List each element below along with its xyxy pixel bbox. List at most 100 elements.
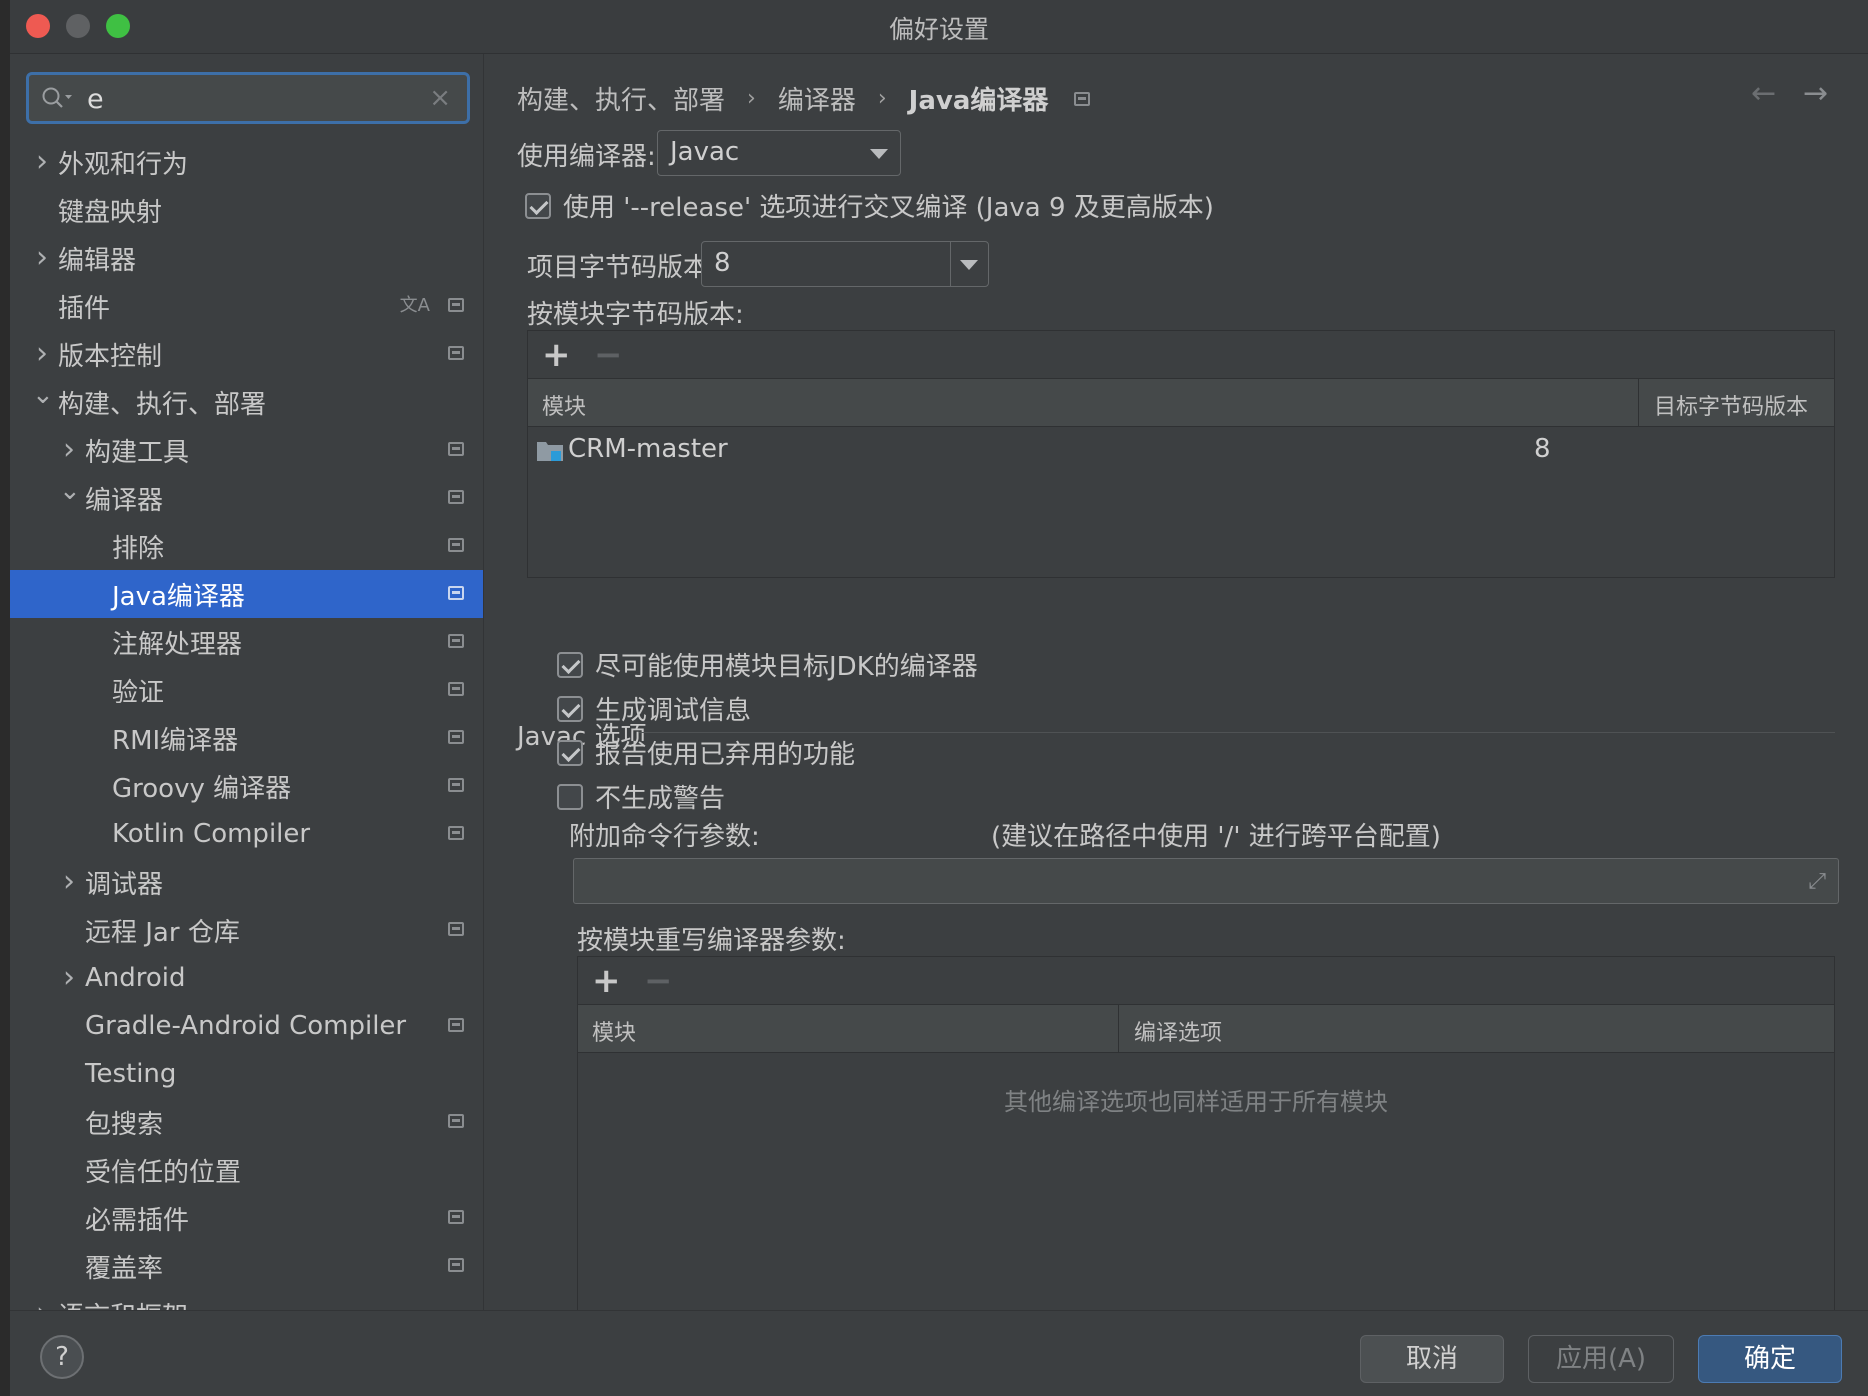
- sidebar-item[interactable]: Gradle-Android Compiler: [10, 1002, 483, 1050]
- release-option-checkbox[interactable]: [525, 192, 551, 219]
- additional-cmd-field[interactable]: ⤢: [573, 858, 1839, 904]
- chevron-right-icon[interactable]: ›: [32, 1296, 52, 1310]
- forward-arrow-icon[interactable]: →: [1803, 76, 1828, 111]
- target-bytecode-cell[interactable]: 8: [1534, 434, 1551, 464]
- window-title: 偏好设置: [888, 15, 989, 44]
- release-option-label: 使用 '--release' 选项进行交叉编译 (Java 9 及更高版本): [563, 193, 1214, 223]
- chevron-right-icon[interactable]: ›: [59, 432, 79, 467]
- project-level-icon: [448, 778, 464, 792]
- javac-option-checkbox[interactable]: [557, 783, 583, 810]
- sidebar-item[interactable]: › 编辑器: [10, 234, 483, 282]
- sidebar-item[interactable]: › 构建工具: [10, 426, 483, 474]
- additional-cmd-label: 附加命令行参数:: [569, 822, 760, 852]
- dialog-footer: ? 取消 应用(A) 确定: [10, 1310, 1868, 1396]
- per-module-bytecode-label: 按模块字节码版本:: [527, 300, 744, 330]
- sidebar-item[interactable]: › 调试器: [10, 858, 483, 906]
- javac-option-row[interactable]: 报告使用已弃用的功能: [557, 734, 855, 771]
- sidebar-item[interactable]: › 外观和行为: [10, 138, 483, 186]
- remove-module-button[interactable]: −: [594, 335, 623, 375]
- section-divider: [639, 732, 1835, 733]
- project-level-icon: [448, 1210, 464, 1224]
- sidebar-item[interactable]: ⌄ 构建、执行、部署: [10, 378, 483, 426]
- override-params-table: + − 模块 编译选项 其他编译选项也同样适用于所有模块: [577, 956, 1835, 1310]
- sidebar-item-label: Groovy 编译器: [112, 773, 292, 804]
- ok-button[interactable]: 确定: [1698, 1335, 1842, 1383]
- sidebar-item[interactable]: › 版本控制: [10, 330, 483, 378]
- javac-option-row[interactable]: 生成调试信息: [557, 690, 751, 727]
- chevron-down-icon: [870, 149, 888, 159]
- clear-search-icon[interactable]: ×: [429, 83, 451, 113]
- chevron-down-icon[interactable]: [960, 260, 978, 270]
- javac-option-checkbox[interactable]: [557, 695, 583, 722]
- javac-option-row[interactable]: 不生成警告: [557, 778, 725, 815]
- javac-option-row[interactable]: 尽可能使用模块目标JDK的编译器: [557, 646, 978, 683]
- column-module[interactable]: 模块: [542, 389, 586, 421]
- sidebar-item[interactable]: 受信任的位置: [10, 1146, 483, 1194]
- project-level-icon: [448, 586, 464, 600]
- breadcrumb: 构建、执行、部署 › 编译器 › Java编译器: [517, 80, 1091, 117]
- sidebar-item[interactable]: 注解处理器: [10, 618, 483, 666]
- bytecode-version-combo[interactable]: 8: [701, 241, 989, 287]
- chevron-right-icon[interactable]: ›: [59, 864, 79, 899]
- sidebar-item-label: 包搜索: [85, 1109, 164, 1140]
- table-row[interactable]: CRM-master 8: [528, 428, 1834, 474]
- column-target-bytecode[interactable]: 目标字节码版本: [1654, 389, 1808, 421]
- sidebar-item[interactable]: 验证: [10, 666, 483, 714]
- chevron-right-icon[interactable]: ›: [59, 960, 79, 995]
- add-override-button[interactable]: +: [592, 961, 621, 1001]
- sidebar-item[interactable]: Groovy 编译器: [10, 762, 483, 810]
- compiler-select[interactable]: Javac: [657, 130, 901, 176]
- sidebar-item[interactable]: › 语言和框架: [10, 1290, 483, 1310]
- apply-button[interactable]: 应用(A): [1528, 1335, 1674, 1383]
- column-compile-options[interactable]: 编译选项: [1134, 1015, 1222, 1047]
- sidebar-item[interactable]: ⌄ 编译器: [10, 474, 483, 522]
- breadcrumb-separator: ›: [877, 86, 887, 111]
- sidebar-item[interactable]: RMI编译器: [10, 714, 483, 762]
- add-module-button[interactable]: +: [542, 335, 571, 375]
- javac-option-checkbox[interactable]: [557, 739, 583, 766]
- settings-tree: › 外观和行为 键盘映射 › 编辑器 插件 文A › 版本控制 ⌄ 构建、执行、部署 › 构建工具 ⌄ 编译…: [10, 138, 483, 1310]
- sidebar-item[interactable]: Testing: [10, 1050, 483, 1098]
- sidebar-item[interactable]: 插件 文A: [10, 282, 483, 330]
- back-arrow-icon[interactable]: ←: [1751, 76, 1776, 111]
- sidebar-item-label: 键盘映射: [58, 197, 163, 228]
- sidebar-item[interactable]: 远程 Jar 仓库: [10, 906, 483, 954]
- sidebar-item[interactable]: › Android: [10, 954, 483, 1002]
- sidebar-item-label: 排除: [112, 533, 165, 564]
- javac-option-checkbox[interactable]: [557, 651, 583, 678]
- sidebar-item[interactable]: Kotlin Compiler: [10, 810, 483, 858]
- sidebar-item[interactable]: 排除: [10, 522, 483, 570]
- sidebar-item[interactable]: 包搜索: [10, 1098, 483, 1146]
- help-button[interactable]: ?: [40, 1335, 84, 1379]
- sidebar-item-label: 编译器: [85, 485, 164, 516]
- chevron-right-icon[interactable]: ›: [32, 144, 52, 179]
- project-level-icon: [448, 1018, 464, 1032]
- chevron-down-icon[interactable]: ⌄: [59, 476, 81, 506]
- sidebar-item-label: 覆盖率: [85, 1253, 164, 1284]
- breadcrumb-item[interactable]: 编译器: [778, 80, 856, 117]
- project-level-icon: [448, 442, 464, 456]
- column-module[interactable]: 模块: [592, 1015, 636, 1047]
- sidebar-item[interactable]: Java编译器: [10, 570, 483, 618]
- background-window-strip: [0, 0, 10, 1396]
- sidebar-item-label: 外观和行为: [58, 149, 189, 180]
- chevron-right-icon[interactable]: ›: [32, 240, 52, 275]
- cmd-path-hint: (建议在路径中使用 '/' 进行跨平台配置): [991, 822, 1441, 852]
- settings-search-input[interactable]: [87, 81, 407, 117]
- sidebar-item[interactable]: 覆盖率: [10, 1242, 483, 1290]
- search-icon[interactable]: [41, 86, 75, 110]
- remove-override-button[interactable]: −: [644, 961, 673, 1001]
- breadcrumb-item[interactable]: 构建、执行、部署: [517, 80, 725, 117]
- settings-search-box[interactable]: ×: [26, 72, 470, 124]
- use-compiler-label: 使用编译器:: [517, 142, 656, 172]
- expand-icon[interactable]: ⤢: [1808, 869, 1826, 894]
- sidebar-item[interactable]: 键盘映射: [10, 186, 483, 234]
- chevron-right-icon[interactable]: ›: [32, 336, 52, 371]
- release-option-row[interactable]: 使用 '--release' 选项进行交叉编译 (Java 9 及更高版本): [525, 187, 1214, 224]
- chevron-down-icon[interactable]: ⌄: [32, 380, 54, 410]
- settings-sidebar: × ›外观和行为键盘映射›编辑器插件文A›版本控制⌄构建、执行、部署›构建工具⌄…: [10, 54, 484, 1310]
- sidebar-item-label: 远程 Jar 仓库: [85, 917, 240, 948]
- sidebar-item[interactable]: 必需插件: [10, 1194, 483, 1242]
- breadcrumb-current: Java编译器: [908, 86, 1049, 116]
- cancel-button[interactable]: 取消: [1360, 1335, 1504, 1383]
